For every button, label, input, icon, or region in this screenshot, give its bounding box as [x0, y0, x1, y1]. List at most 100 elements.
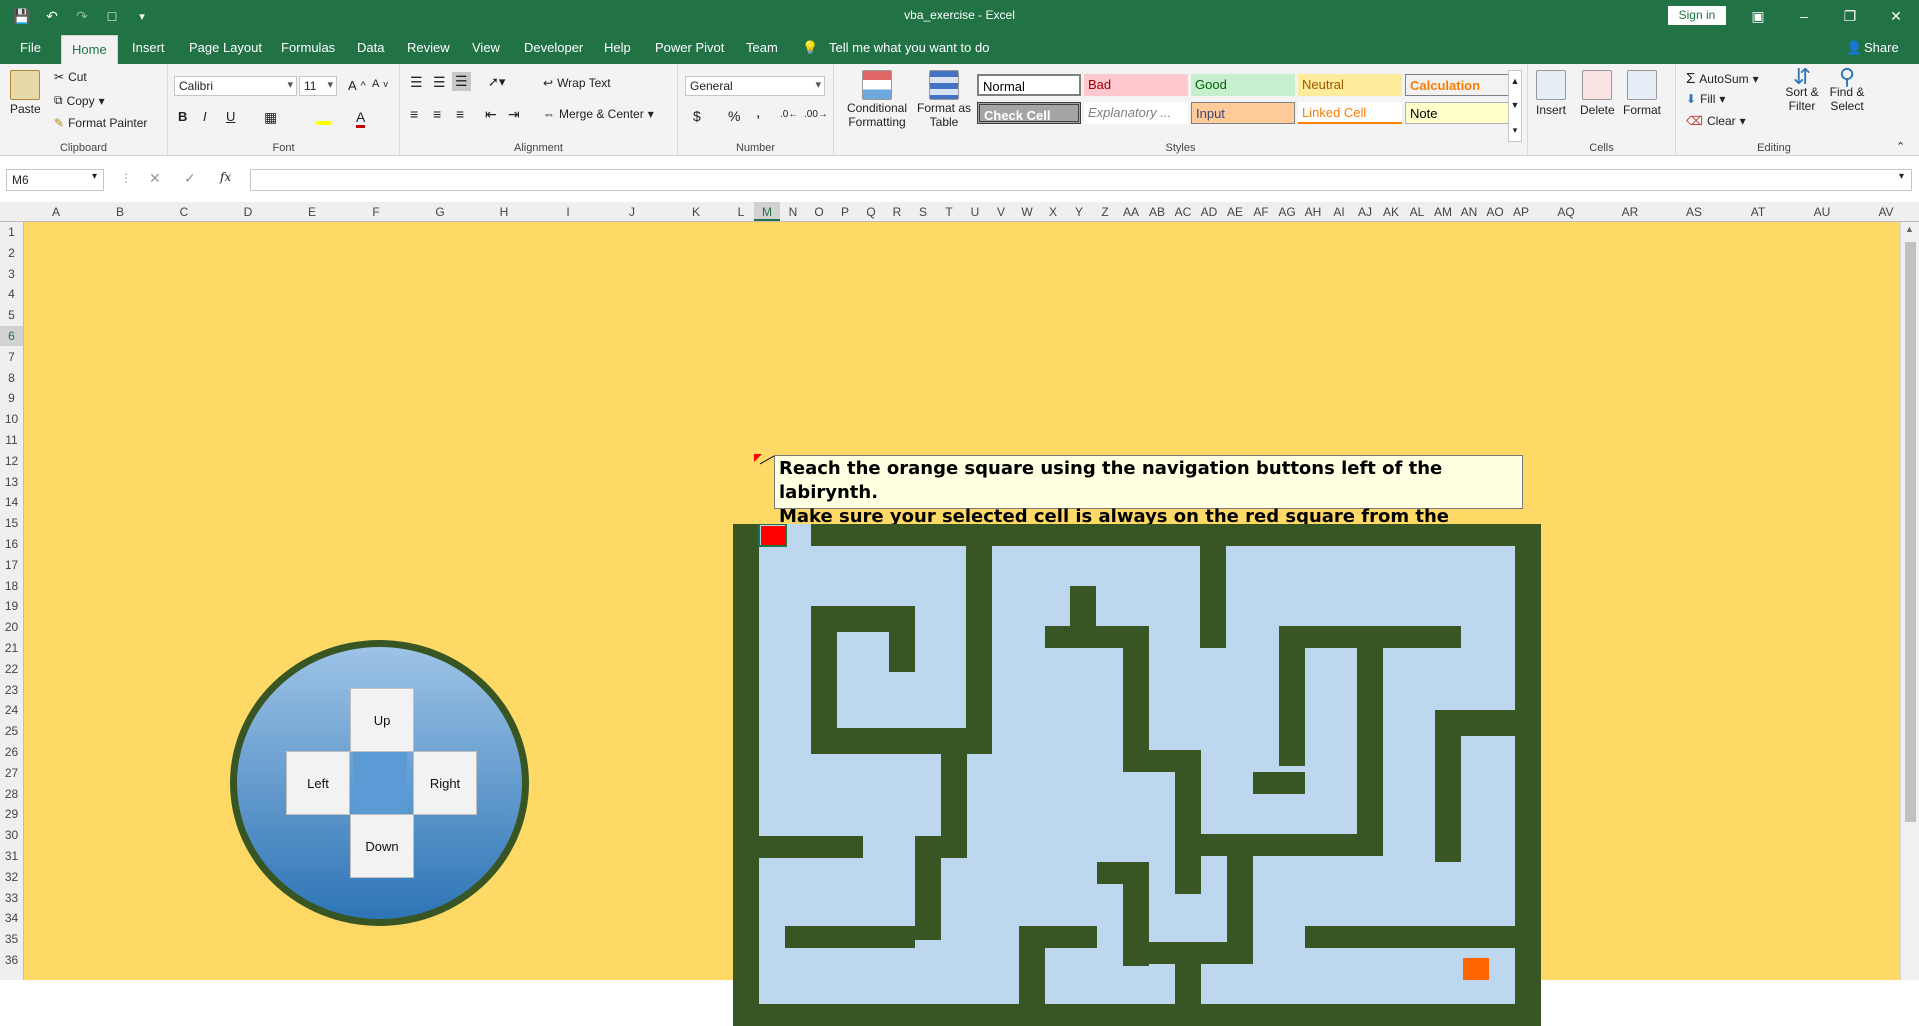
column-header-n[interactable]: N [780, 205, 806, 219]
column-header-ao[interactable]: AO [1482, 205, 1508, 219]
row-header-34[interactable]: 34 [0, 911, 23, 925]
close-icon[interactable]: ✕ [1873, 4, 1919, 28]
tab-home[interactable]: Home [61, 35, 118, 64]
column-header-at[interactable]: AT [1726, 205, 1790, 219]
align-bottom-icon[interactable]: ☰ [452, 72, 471, 91]
row-header-19[interactable]: 19 [0, 599, 23, 613]
column-header-t[interactable]: T [936, 205, 962, 219]
orientation-icon[interactable]: ➚▾ [488, 74, 505, 90]
clear-button[interactable]: ⌫ Clear ▾ [1686, 114, 1746, 128]
row-header-4[interactable]: 4 [0, 287, 23, 301]
increase-indent-icon[interactable]: ⇥ [508, 106, 520, 123]
sign-in-button[interactable]: Sign in [1668, 6, 1726, 25]
row-header-15[interactable]: 15 [0, 516, 23, 530]
cell-style-explanatory[interactable]: Explanatory ... [1084, 102, 1188, 124]
row-header-35[interactable]: 35 [0, 932, 23, 946]
row-header-9[interactable]: 9 [0, 391, 23, 405]
column-header-o[interactable]: O [806, 205, 832, 219]
column-header-j[interactable]: J [600, 205, 664, 219]
increase-decimal-icon[interactable]: .0← [780, 109, 798, 120]
fill-color-button[interactable] [316, 109, 332, 125]
scrollbar-thumb[interactable] [1905, 242, 1916, 822]
formula-input[interactable] [250, 169, 1912, 191]
cut-button[interactable]: ✂ Cut [54, 70, 87, 84]
column-header-ah[interactable]: AH [1300, 205, 1326, 219]
column-header-r[interactable]: R [884, 205, 910, 219]
font-name-select[interactable]: Calibri [174, 76, 297, 96]
font-size-select[interactable]: 11 [299, 76, 337, 96]
column-header-as[interactable]: AS [1662, 205, 1726, 219]
row-header-31[interactable]: 31 [0, 849, 23, 863]
decrease-decimal-icon[interactable]: .00→ [804, 109, 828, 120]
decrease-indent-icon[interactable]: ⇤ [485, 106, 497, 123]
name-box[interactable]: M6 [6, 169, 104, 191]
column-header-s[interactable]: S [910, 205, 936, 219]
column-header-z[interactable]: Z [1092, 205, 1118, 219]
tab-power-pivot[interactable]: Power Pivot [655, 40, 724, 55]
column-header-c[interactable]: C [152, 205, 216, 219]
align-left-icon[interactable]: ≡ [410, 106, 418, 122]
column-header-a[interactable]: A [24, 205, 88, 219]
column-header-q[interactable]: Q [858, 205, 884, 219]
tab-page-layout[interactable]: Page Layout [189, 40, 262, 55]
cell-style-check-cell[interactable]: Check Cell [977, 102, 1081, 124]
tab-developer[interactable]: Developer [524, 40, 583, 55]
column-header-ak[interactable]: AK [1378, 205, 1404, 219]
merge-center-button[interactable]: ⇔ Merge & Center ▾ [543, 107, 654, 121]
tab-review[interactable]: Review [407, 40, 450, 55]
row-header-18[interactable]: 18 [0, 579, 23, 593]
cell-style-calculation[interactable]: Calculation [1405, 74, 1509, 96]
up-button[interactable]: Up [350, 688, 414, 752]
row-header-1[interactable]: 1 [0, 225, 23, 239]
align-right-icon[interactable]: ≡ [456, 106, 464, 122]
row-header-26[interactable]: 26 [0, 745, 23, 759]
column-header-p[interactable]: P [832, 205, 858, 219]
autosum-button[interactable]: Σ AutoSum ▾ [1686, 70, 1759, 87]
tab-data[interactable]: Data [357, 40, 384, 55]
row-header-24[interactable]: 24 [0, 703, 23, 717]
format-painter-button[interactable]: ✎ Format Painter [54, 116, 147, 130]
row-header-30[interactable]: 30 [0, 828, 23, 842]
insert-cells-button[interactable]: Insert [1536, 70, 1566, 117]
font-color-icon[interactable]: A [356, 109, 366, 128]
cell-style-input[interactable]: Input [1191, 102, 1295, 124]
column-header-e[interactable]: E [280, 205, 344, 219]
cell-style-normal[interactable]: Normal [977, 74, 1081, 96]
column-header-ar[interactable]: AR [1598, 205, 1662, 219]
row-header-14[interactable]: 14 [0, 495, 23, 509]
underline-button[interactable]: U [226, 109, 235, 124]
copy-button[interactable]: ⧉ Copy ▾ [54, 93, 105, 108]
insert-function-button[interactable]: fx [220, 170, 231, 184]
tell-me-search[interactable]: Tell me what you want to do [829, 40, 989, 55]
column-header-ap[interactable]: AP [1508, 205, 1534, 219]
decrease-font-icon[interactable]: Av [372, 78, 388, 90]
column-header-b[interactable]: B [88, 205, 152, 219]
restore-icon[interactable]: ❐ [1827, 4, 1873, 28]
tab-file[interactable]: File [20, 40, 41, 55]
column-header-x[interactable]: X [1040, 205, 1066, 219]
find-select-button[interactable]: ⚲ Find & Select [1824, 66, 1870, 114]
tab-formulas[interactable]: Formulas [281, 40, 335, 55]
conditional-formatting-button[interactable]: Conditional Formatting [844, 70, 910, 129]
column-header-w[interactable]: W [1014, 205, 1040, 219]
column-header-au[interactable]: AU [1790, 205, 1854, 219]
vertical-scrollbar[interactable]: ▲ [1900, 222, 1919, 980]
align-center-icon[interactable]: ≡ [433, 106, 441, 122]
row-header-32[interactable]: 32 [0, 870, 23, 884]
column-header-ae[interactable]: AE [1222, 205, 1248, 219]
row-header-25[interactable]: 25 [0, 724, 23, 738]
borders-icon[interactable]: ▦ [264, 109, 277, 126]
row-header-23[interactable]: 23 [0, 683, 23, 697]
currency-button[interactable]: $ [693, 108, 701, 124]
italic-button[interactable]: I [203, 109, 207, 124]
column-header-ac[interactable]: AC [1170, 205, 1196, 219]
ribbon-display-icon[interactable]: ▣ [1735, 4, 1781, 28]
cell-style-good[interactable]: Good [1191, 74, 1295, 96]
format-cells-button[interactable]: Format [1623, 70, 1661, 117]
row-header-21[interactable]: 21 [0, 641, 23, 655]
column-header-aq[interactable]: AQ [1534, 205, 1598, 219]
row-header-29[interactable]: 29 [0, 807, 23, 821]
bold-button[interactable]: B [178, 109, 187, 124]
row-header-6[interactable]: 6 [0, 326, 23, 346]
tab-view[interactable]: View [472, 40, 500, 55]
